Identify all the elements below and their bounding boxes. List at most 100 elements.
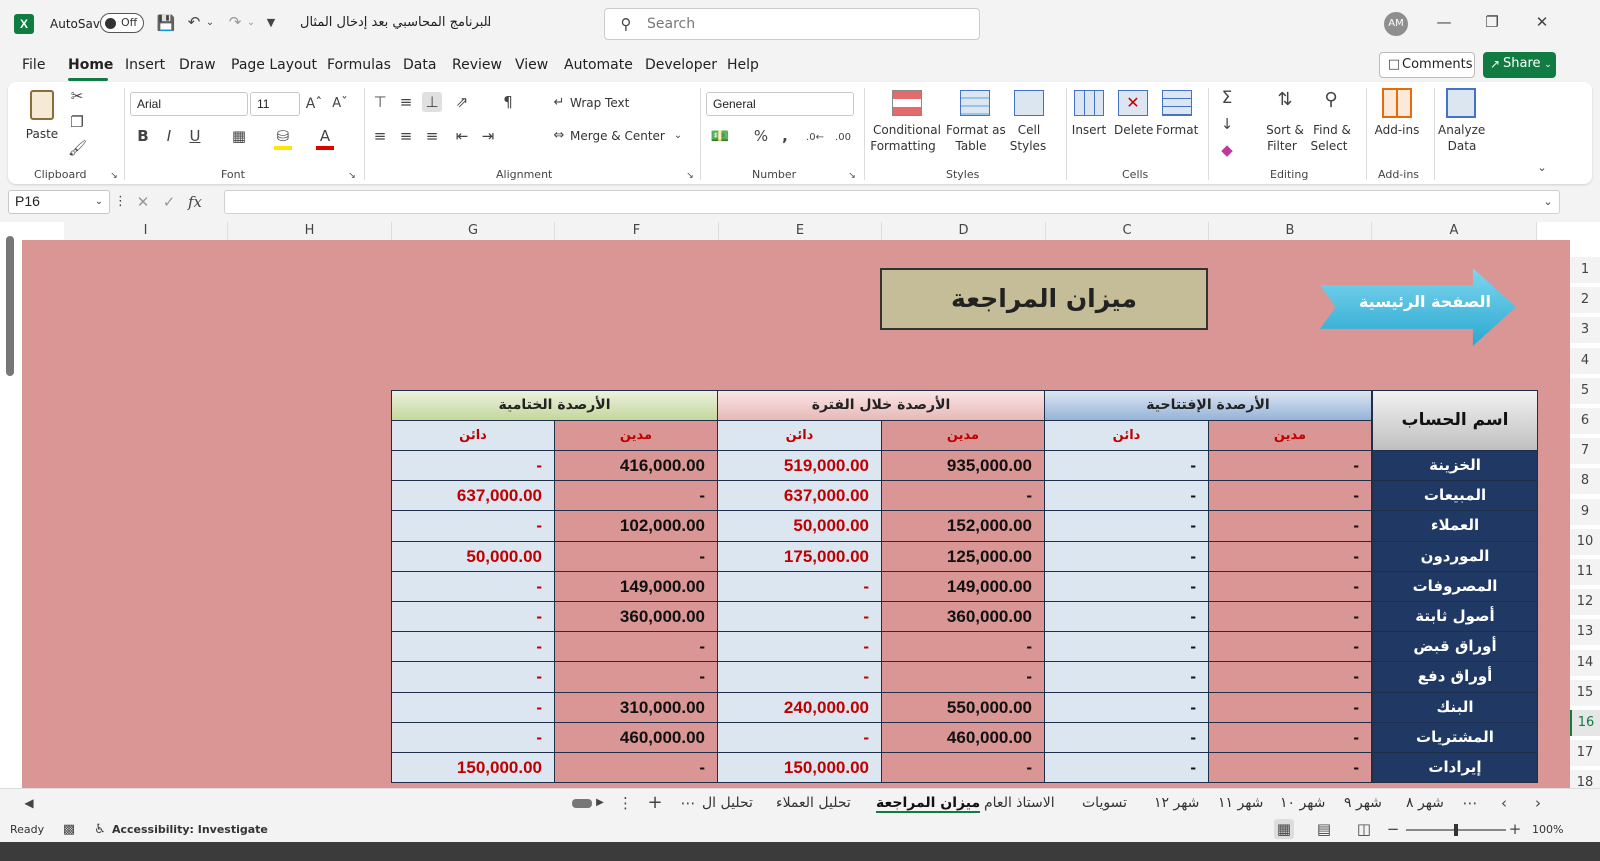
column-header-h[interactable]: H <box>228 222 392 240</box>
column-header-i[interactable]: I <box>64 222 228 240</box>
close-credit-cell[interactable]: - <box>391 632 555 663</box>
align-bottom-icon[interactable]: ⊥ <box>422 92 442 112</box>
column-header-a[interactable]: A <box>1372 222 1537 240</box>
page-layout-view-icon[interactable]: ▤ <box>1314 819 1334 839</box>
menu-view[interactable]: View <box>515 57 548 73</box>
period-credit-cell[interactable]: - <box>718 722 882 753</box>
paste-button[interactable]: Paste <box>22 86 62 152</box>
close-credit-cell[interactable]: 150,000.00 <box>391 753 555 784</box>
row-header-16[interactable]: 16 <box>1570 710 1600 736</box>
close-debit-cell[interactable]: 360,000.00 <box>555 602 718 633</box>
close-credit-cell[interactable]: - <box>391 451 555 482</box>
period-credit-cell[interactable]: 240,000.00 <box>718 692 882 723</box>
sheet-tab[interactable]: شهر ١٢ <box>1154 795 1199 811</box>
period-credit-cell[interactable]: 519,000.00 <box>718 451 882 482</box>
format-table-button[interactable]: Format as <box>946 122 1006 138</box>
account-name-cell[interactable]: البنك <box>1372 692 1538 723</box>
align-right-icon[interactable]: ≡ <box>422 126 442 146</box>
sheet-tab[interactable]: تحليل العملاء <box>776 795 851 811</box>
period-debit-cell[interactable]: - <box>882 662 1045 693</box>
search-box[interactable]: ⚲ Search <box>604 8 980 40</box>
vertical-scrollbar[interactable] <box>6 236 14 376</box>
save-icon[interactable]: 💾 <box>156 13 176 33</box>
cut-icon[interactable]: ✂ <box>68 86 86 106</box>
percent-icon[interactable]: % <box>752 126 770 146</box>
menu-insert[interactable]: Insert <box>125 57 165 73</box>
column-header-b[interactable]: B <box>1209 222 1372 240</box>
customize-toolbar-icon[interactable]: ▼ <box>264 13 278 33</box>
open-debit-cell[interactable]: - <box>1209 602 1372 633</box>
analyze-data-button[interactable]: Analyze <box>1438 122 1485 138</box>
period-debit-cell[interactable]: 152,000.00 <box>882 511 1045 542</box>
period-credit-cell[interactable]: - <box>718 662 882 693</box>
close-debit-cell[interactable]: - <box>555 632 718 663</box>
period-debit-cell[interactable]: 935,000.00 <box>882 451 1045 482</box>
increase-font-icon[interactable]: Aˆ <box>304 94 324 114</box>
row-header-14[interactable]: 14 <box>1570 649 1600 676</box>
row-header-1[interactable]: 1 <box>1570 257 1600 283</box>
close-debit-cell[interactable]: 149,000.00 <box>555 571 718 602</box>
comments-button[interactable]: □ Comments <box>1379 52 1475 78</box>
format-cells-button[interactable]: Format <box>1156 122 1198 138</box>
column-header-e[interactable]: E <box>719 222 882 240</box>
account-name-cell[interactable]: المبيعات <box>1372 481 1538 512</box>
zoom-out-icon[interactable]: − <box>1386 819 1400 839</box>
open-debit-cell[interactable]: - <box>1209 541 1372 572</box>
open-credit-cell[interactable]: - <box>1045 602 1209 633</box>
fill-color-icon[interactable]: ⛁ <box>274 126 292 150</box>
name-box[interactable]: P16 ⌄ <box>8 190 110 214</box>
clear-icon[interactable]: ◆ <box>1216 140 1238 160</box>
redo-dropdown-icon[interactable]: ⌄ <box>246 13 256 33</box>
open-debit-cell[interactable]: - <box>1209 662 1372 693</box>
autosum-icon[interactable]: Σ <box>1216 88 1238 108</box>
scroll-right-icon[interactable]: ▶ <box>594 793 606 813</box>
clipboard-launcher-icon[interactable]: ↘ <box>108 166 120 186</box>
close-debit-cell[interactable]: 416,000.00 <box>555 451 718 482</box>
add-sheet-icon[interactable]: + <box>646 793 664 813</box>
period-debit-cell[interactable]: - <box>882 632 1045 663</box>
merge-chevron-icon[interactable]: ⌄ <box>672 126 684 146</box>
period-debit-cell[interactable]: 149,000.00 <box>882 571 1045 602</box>
row-header-15[interactable]: 15 <box>1570 679 1600 706</box>
period-credit-cell[interactable]: 637,000.00 <box>718 481 882 512</box>
close-debit-cell[interactable]: 102,000.00 <box>555 511 718 542</box>
scroll-left-icon[interactable]: ◀ <box>22 793 36 813</box>
insert-cells-button[interactable]: Insert <box>1070 122 1108 138</box>
open-credit-cell[interactable]: - <box>1045 481 1209 512</box>
close-credit-cell[interactable]: - <box>391 722 555 753</box>
accounting-format-icon[interactable]: 💵 <box>708 126 732 146</box>
close-credit-cell[interactable]: 50,000.00 <box>391 541 555 572</box>
row-header-9[interactable]: 9 <box>1570 498 1600 525</box>
row-header-7[interactable]: 7 <box>1570 438 1600 465</box>
tabs-overflow-right-icon[interactable]: ⋯ <box>1462 793 1478 813</box>
menu-page-layout[interactable]: Page Layout <box>231 57 317 73</box>
close-credit-cell[interactable]: - <box>391 662 555 693</box>
cell-styles-button[interactable]: Cell <box>1010 122 1048 138</box>
menu-file[interactable]: File <box>22 57 45 73</box>
open-credit-cell[interactable]: - <box>1045 632 1209 663</box>
merge-center-button[interactable]: Merge & Center <box>570 128 665 144</box>
align-center-icon[interactable]: ≡ <box>396 126 416 146</box>
autosave-toggle[interactable]: Off <box>100 13 144 33</box>
alignment-launcher-icon[interactable]: ↘ <box>684 166 696 186</box>
file-name-chevron-icon[interactable]: ⌄ <box>482 13 494 33</box>
sheet-tab[interactable]: شهر ١٠ <box>1280 795 1325 811</box>
increase-indent-icon[interactable]: ⇥ <box>478 126 498 146</box>
ribbon-collapse-icon[interactable]: ⌄ <box>1534 158 1550 178</box>
align-left-icon[interactable]: ≡ <box>370 126 390 146</box>
period-credit-cell[interactable]: 50,000.00 <box>718 511 882 542</box>
redo-icon[interactable]: ↷ <box>225 12 245 32</box>
bold-icon[interactable]: B <box>134 126 152 146</box>
menu-home[interactable]: Home <box>68 57 113 73</box>
decrease-font-icon[interactable]: Aˇ <box>330 94 350 114</box>
tabs-more-icon[interactable]: ⋮ <box>618 793 633 813</box>
account-name-cell[interactable]: العملاء <box>1372 511 1538 542</box>
period-credit-cell[interactable]: - <box>718 602 882 633</box>
decrease-decimal-icon[interactable]: .00 <box>832 128 854 148</box>
close-debit-cell[interactable]: - <box>555 753 718 784</box>
close-debit-cell[interactable]: 310,000.00 <box>555 692 718 723</box>
account-name-cell[interactable]: المصروفات <box>1372 571 1538 602</box>
decrease-indent-icon[interactable]: ⇤ <box>452 126 472 146</box>
row-header-17[interactable]: 17 <box>1570 740 1600 767</box>
open-debit-cell[interactable]: - <box>1209 481 1372 512</box>
